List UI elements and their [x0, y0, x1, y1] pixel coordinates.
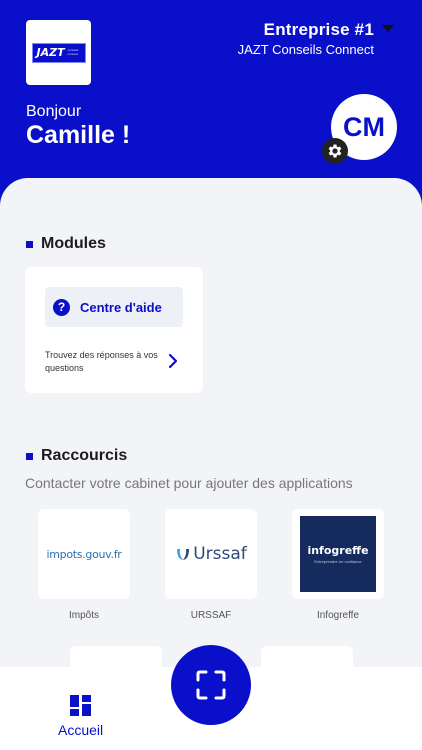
- caret-down-icon[interactable]: [382, 25, 394, 32]
- header: JAZT conseils connect Entreprise #1 JAZT…: [0, 0, 422, 200]
- company-selector[interactable]: Entreprise #1: [264, 20, 374, 40]
- shortcut-impots[interactable]: impots.gouv.fr: [38, 509, 130, 599]
- company-logo[interactable]: JAZT conseils connect: [26, 20, 91, 85]
- shortcut-urssaf-label: URSSAF: [190, 610, 232, 621]
- modules-heading: Modules: [26, 235, 106, 253]
- company-subtitle: JAZT Conseils Connect: [237, 42, 374, 57]
- greeting: Bonjour: [26, 103, 82, 120]
- scan-button[interactable]: [171, 645, 251, 725]
- gear-icon[interactable]: [322, 138, 348, 164]
- logo-mark: JAZT conseils connect: [31, 42, 86, 63]
- shortcut-urssaf[interactable]: Urssaf: [165, 509, 257, 599]
- impots-logo: impots.gouv.fr: [46, 547, 122, 561]
- modules-title: Modules: [41, 235, 106, 252]
- infogreffe-logo-subtext: Entreprendre en confiance: [314, 559, 362, 564]
- urssaf-mark-icon: [177, 549, 190, 560]
- scan-frame-icon: [196, 670, 226, 700]
- chevron-right-icon[interactable]: [168, 353, 178, 369]
- dashboard-icon: [70, 695, 92, 716]
- urssaf-logo-text: Urssaf: [193, 544, 247, 564]
- nav-accueil-label: Accueil: [58, 722, 104, 738]
- centre-aide-button[interactable]: ? Centre d'aide: [45, 287, 183, 327]
- shortcut-infogreffe-label: Infogreffe: [316, 610, 360, 621]
- centre-aide-label: Centre d'aide: [80, 299, 162, 315]
- shortcuts-heading: Raccourcis: [26, 447, 127, 465]
- centre-aide-description: Trouvez des réponses à vos questions: [45, 350, 158, 373]
- bullet-square-icon: [26, 452, 33, 460]
- shortcut-impots-label: Impôts: [68, 610, 99, 621]
- user-name: Camille !: [26, 121, 131, 149]
- question-circle-icon: ?: [53, 298, 70, 316]
- bullet-square-icon: [26, 240, 33, 248]
- urssaf-logo: Urssaf: [175, 544, 247, 564]
- infogreffe-logo: infogreffe Entreprendre en confiance: [300, 516, 376, 592]
- infogreffe-logo-text: infogreffe: [307, 544, 369, 557]
- shortcut-infogreffe[interactable]: infogreffe Entreprendre en confiance: [292, 509, 384, 599]
- shortcuts-hint: Contacter votre cabinet pour ajouter des…: [25, 475, 353, 491]
- module-card-aide[interactable]: ? Centre d'aide Trouvez des réponses à v…: [25, 267, 203, 393]
- shortcuts-title: Raccourcis: [41, 447, 128, 464]
- logo-subtext: conseils connect: [67, 48, 79, 56]
- nav-item-accueil[interactable]: Accueil: [58, 695, 103, 738]
- logo-text: JAZT: [36, 46, 65, 59]
